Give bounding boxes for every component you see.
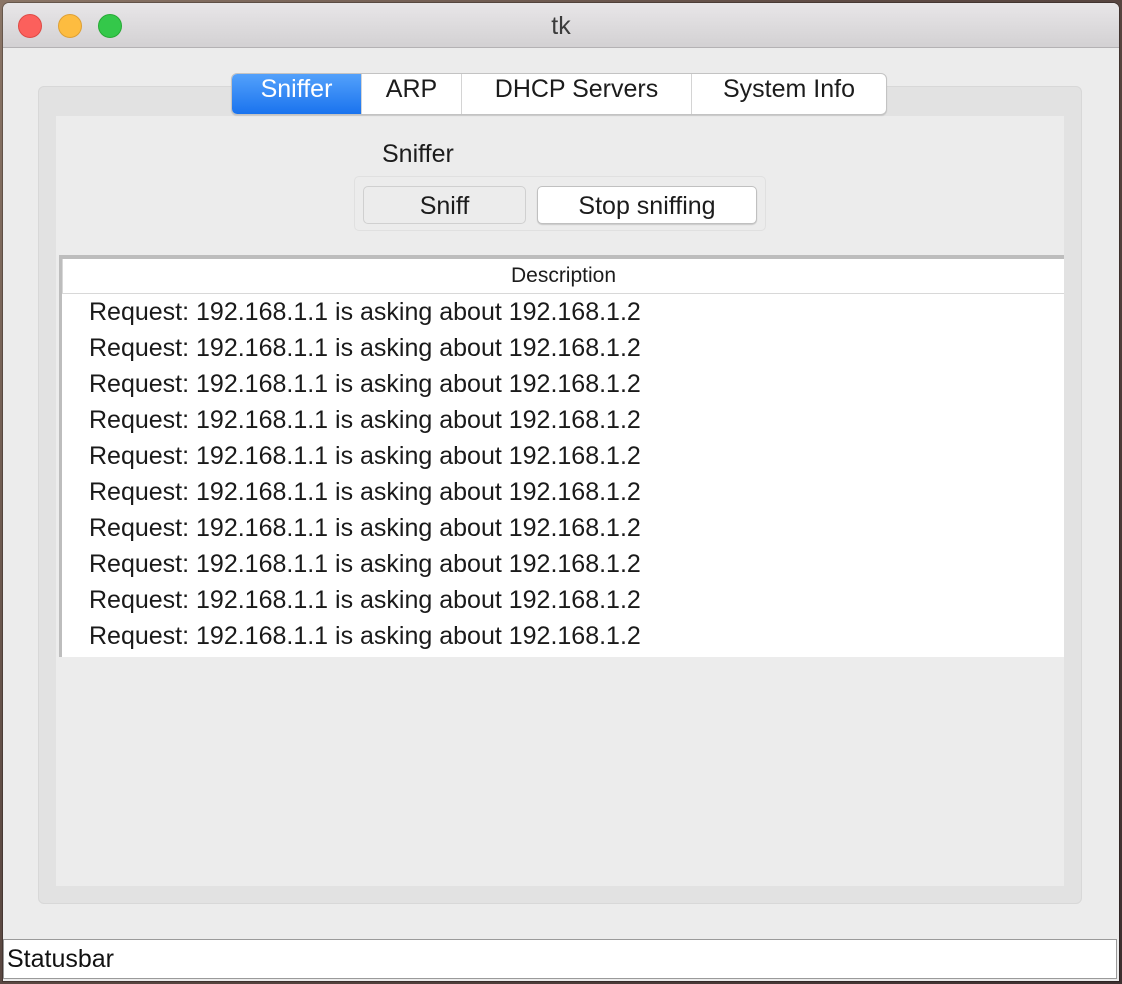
table-row[interactable]: Request: 192.168.1.1 is asking about 192…	[62, 402, 1064, 438]
stop-sniffing-button[interactable]: Stop sniffing	[537, 186, 757, 224]
table-row[interactable]: Request: 192.168.1.1 is asking about 192…	[62, 618, 1064, 654]
app-window: tk Sniffer Sniff Stop sniffing Descripti…	[3, 3, 1119, 981]
sniff-button[interactable]: Sniff	[363, 186, 526, 224]
sniffer-section-label: Sniffer	[382, 140, 454, 168]
packet-table[interactable]: Description Request: 192.168.1.1 is aski…	[59, 255, 1064, 657]
column-header-description[interactable]: Description	[62, 259, 1064, 294]
tab-arp[interactable]: ARP	[362, 74, 462, 114]
table-row[interactable]: Request: 192.168.1.1 is asking about 192…	[62, 438, 1064, 474]
minimize-window-icon[interactable]	[58, 14, 82, 38]
status-bar: Statusbar	[3, 939, 1117, 979]
title-bar[interactable]: tk	[3, 3, 1119, 48]
tab-system-info[interactable]: System Info	[692, 74, 886, 114]
table-row[interactable]: Request: 192.168.1.1 is asking about 192…	[62, 546, 1064, 582]
tab-dhcp-servers[interactable]: DHCP Servers	[462, 74, 692, 114]
table-row[interactable]: Request: 192.168.1.1 is asking about 192…	[62, 582, 1064, 618]
sniffer-panel: Sniffer Sniff Stop sniffing Description …	[56, 116, 1064, 886]
packet-list: Request: 192.168.1.1 is asking about 192…	[62, 294, 1064, 654]
maximize-window-icon[interactable]	[98, 14, 122, 38]
window-title: tk	[551, 12, 571, 40]
tab-sniffer[interactable]: Sniffer	[232, 74, 362, 114]
sniffer-button-group: Sniff Stop sniffing	[354, 176, 766, 231]
close-window-icon[interactable]	[18, 14, 42, 38]
table-row[interactable]: Request: 192.168.1.1 is asking about 192…	[62, 510, 1064, 546]
table-row[interactable]: Request: 192.168.1.1 is asking about 192…	[62, 294, 1064, 330]
table-row[interactable]: Request: 192.168.1.1 is asking about 192…	[62, 366, 1064, 402]
table-row[interactable]: Request: 192.168.1.1 is asking about 192…	[62, 474, 1064, 510]
tab-bar: Sniffer ARP DHCP Servers System Info	[231, 73, 887, 115]
table-row[interactable]: Request: 192.168.1.1 is asking about 192…	[62, 330, 1064, 366]
